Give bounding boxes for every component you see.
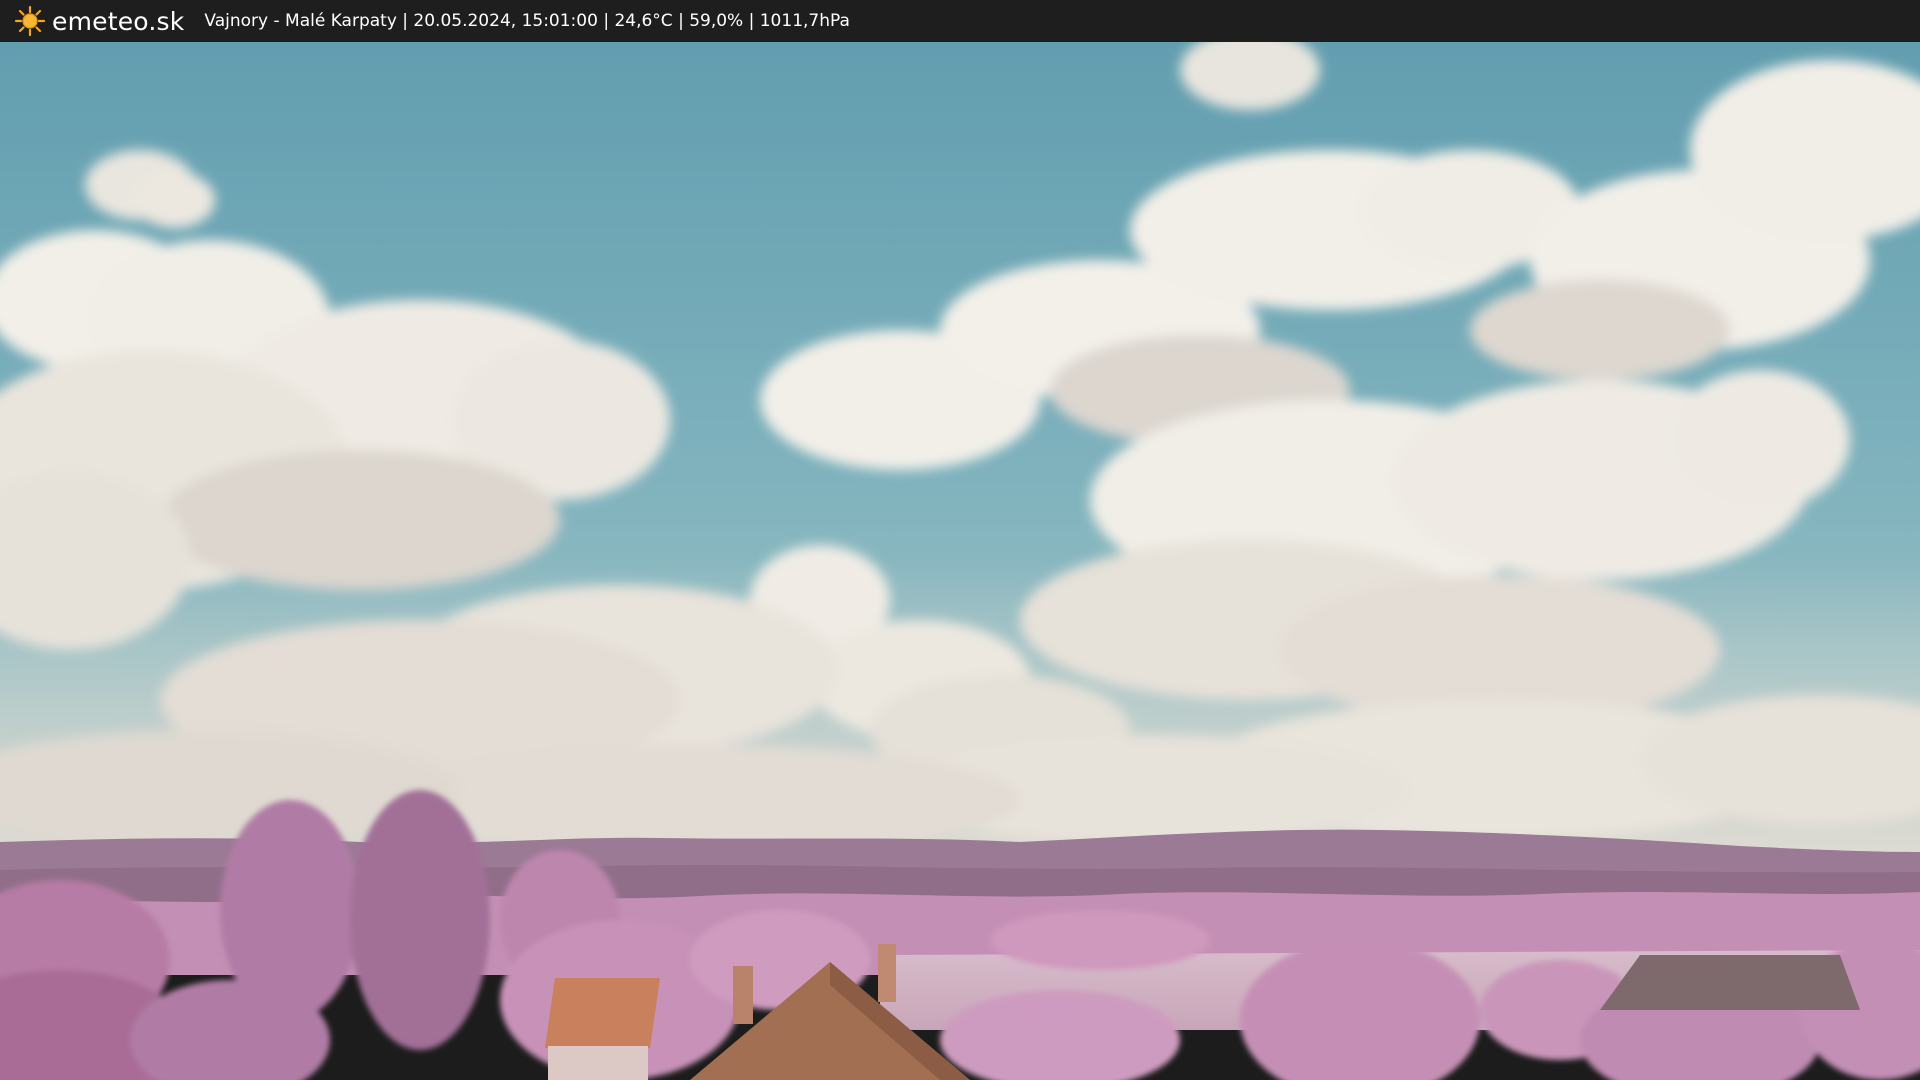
sun-icon <box>14 5 46 37</box>
webcam-image <box>0 0 1920 1080</box>
webcam-caption: Vajnory - Malé Karpaty | 20.05.2024, 15:… <box>204 11 850 31</box>
top-bar: emeteo.sk Vajnory - Malé Karpaty | 20.05… <box>0 0 1920 42</box>
logo[interactable]: emeteo.sk <box>14 0 184 42</box>
house-roof-right <box>1600 955 1860 1010</box>
webcam-frame: emeteo.sk Vajnory - Malé Karpaty | 20.05… <box>0 0 1920 1080</box>
house-wall-left <box>548 1046 648 1080</box>
house-roof-left <box>545 978 660 1048</box>
chimney-right <box>878 944 896 1002</box>
brand-name: emeteo.sk <box>52 6 185 36</box>
chimney-left <box>733 966 753 1024</box>
